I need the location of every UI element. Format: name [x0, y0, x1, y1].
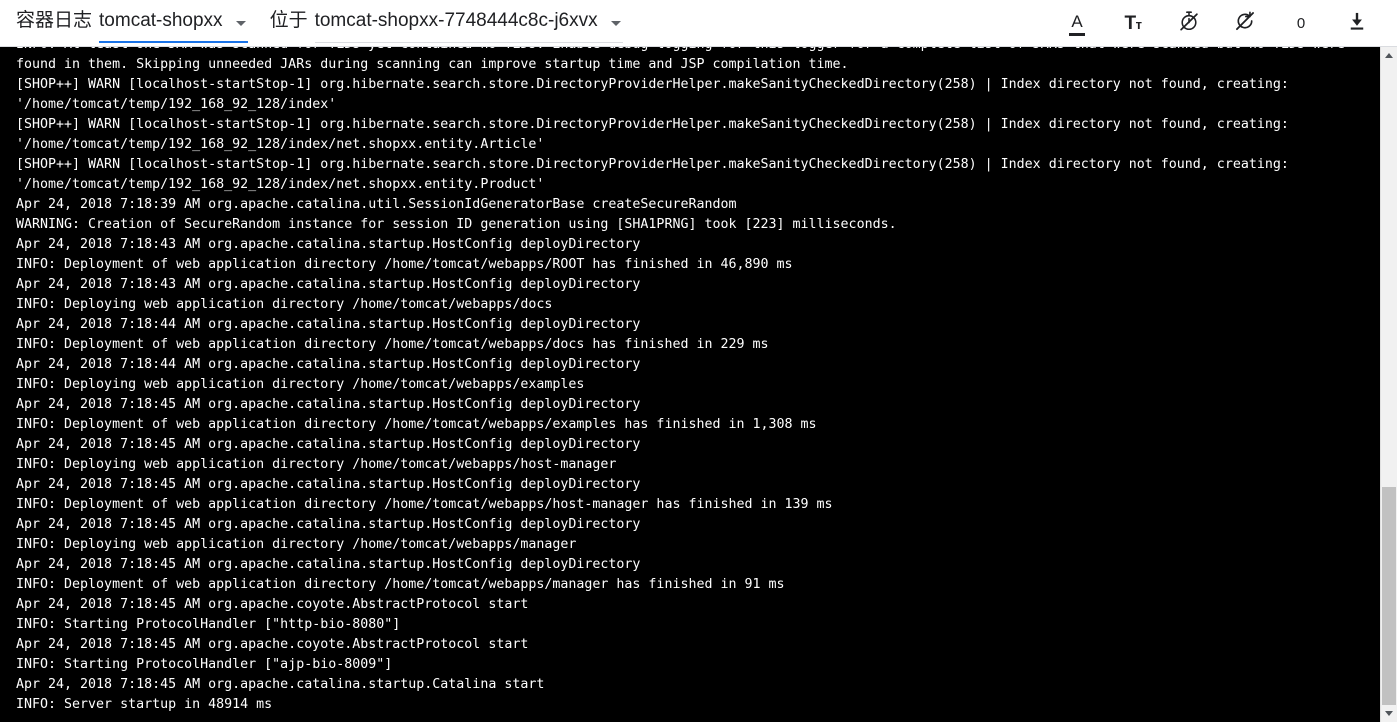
scrollbar-thumb[interactable]: [1382, 487, 1396, 705]
stopwatch-off-icon: [1178, 10, 1200, 37]
pod-selector[interactable]: tomcat-shopxx-7748444c8c-j6xvx: [314, 9, 623, 43]
font-size-icon: Tт: [1124, 12, 1142, 34]
log-viewer-header: 容器日志 tomcat-shopxx 位于 tomcat-shopxx-7748…: [0, 0, 1397, 47]
download-logs-button[interactable]: [1335, 1, 1379, 45]
font-size-button[interactable]: Tт: [1111, 1, 1155, 45]
log-line-count: 0: [1279, 1, 1323, 45]
count-value: 0: [1296, 14, 1306, 32]
pod-selector-value: tomcat-shopxx-7748444c8c-j6xvx: [314, 10, 598, 31]
location-label: 位于: [269, 10, 308, 31]
scrollbar-down-arrow[interactable]: [1381, 705, 1397, 722]
container-selector-value: tomcat-shopxx: [99, 10, 223, 31]
header-selectors: 容器日志 tomcat-shopxx 位于 tomcat-shopxx-7748…: [0, 9, 623, 43]
toggle-autorefresh-button[interactable]: [1223, 1, 1267, 45]
chevron-down-icon: [1385, 711, 1393, 716]
wrap-lines-button[interactable]: A: [1055, 1, 1099, 45]
text-underline-a-icon: A: [1069, 11, 1086, 36]
log-output-pane[interactable]: INFO: At least one JAR was scanned for T…: [0, 47, 1397, 722]
container-selector-underline: [99, 41, 248, 43]
container-log-label: 容器日志: [16, 10, 93, 31]
container-selector[interactable]: tomcat-shopxx: [99, 9, 248, 43]
log-vertical-scrollbar[interactable]: [1380, 47, 1397, 722]
scrollbar-up-arrow[interactable]: [1381, 47, 1397, 64]
chevron-down-icon: [610, 20, 621, 26]
log-text-content: INFO: At least one JAR was scanned for T…: [16, 47, 1345, 712]
refresh-off-icon: [1234, 10, 1256, 37]
download-icon: [1346, 10, 1368, 37]
pod-selector-underline: [314, 42, 623, 43]
chevron-down-icon: [235, 20, 246, 26]
toggle-timestamps-button[interactable]: [1167, 1, 1211, 45]
log-toolbar: A Tт 0: [1055, 1, 1397, 45]
chevron-up-icon: [1385, 53, 1393, 58]
